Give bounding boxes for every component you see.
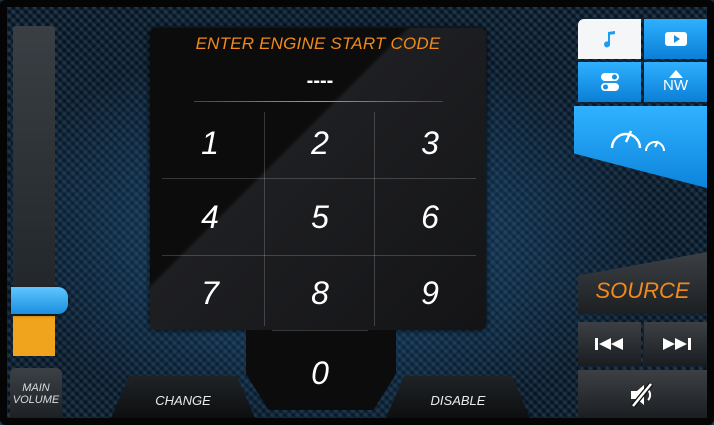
- gauges-icon: [610, 130, 665, 152]
- gauges-button[interactable]: [574, 106, 707, 188]
- toggle-settings-icon: [600, 73, 619, 91]
- change-button[interactable]: CHANGE: [108, 376, 258, 425]
- mute-button[interactable]: [578, 370, 707, 420]
- key-1[interactable]: 1: [160, 110, 260, 176]
- source-label: SOURCE: [595, 278, 690, 303]
- code-display: ----: [306, 70, 334, 92]
- previous-track-icon: [594, 338, 623, 350]
- key-4[interactable]: 4: [160, 184, 260, 250]
- disable-button[interactable]: DISABLE: [383, 376, 533, 425]
- key-7[interactable]: 7: [160, 260, 260, 326]
- key-3[interactable]: 3: [380, 110, 480, 176]
- grid-divider: [374, 112, 375, 326]
- grid-divider: [162, 255, 476, 256]
- grid-divider: [272, 330, 368, 331]
- music-note-icon: [603, 31, 615, 48]
- key-2[interactable]: 2: [270, 110, 370, 176]
- compass-heading-label: NW: [663, 77, 688, 94]
- grid-divider: [264, 112, 265, 326]
- key-5[interactable]: 5: [270, 184, 370, 250]
- engine-start-screen: MAIN VOLUME ENTER ENGINE START CODE ----…: [0, 0, 714, 425]
- grid-divider: [162, 178, 476, 179]
- next-track-button[interactable]: [644, 322, 707, 366]
- key-0[interactable]: 0: [270, 340, 370, 406]
- main-volume-label-line1: MAIN: [22, 382, 50, 394]
- compass-button[interactable]: NW: [644, 62, 707, 102]
- volume-slider-handle[interactable]: [11, 287, 68, 314]
- keypad-title: ENTER ENGINE START CODE: [195, 34, 441, 53]
- main-volume-button[interactable]: MAIN VOLUME: [10, 368, 62, 420]
- mute-icon: [630, 382, 653, 408]
- previous-track-button[interactable]: [578, 322, 641, 366]
- key-6[interactable]: 6: [380, 184, 480, 250]
- main-volume-label-line2: VOLUME: [12, 394, 60, 406]
- music-button[interactable]: [578, 19, 641, 59]
- key-9[interactable]: 9: [380, 260, 480, 326]
- code-underline: [194, 101, 443, 102]
- key-8[interactable]: 8: [270, 260, 370, 326]
- video-play-icon: [664, 32, 687, 46]
- volume-level-fill: [13, 316, 55, 356]
- next-track-icon: [662, 338, 691, 350]
- video-button[interactable]: [644, 19, 707, 59]
- settings-toggle-button[interactable]: [578, 62, 641, 102]
